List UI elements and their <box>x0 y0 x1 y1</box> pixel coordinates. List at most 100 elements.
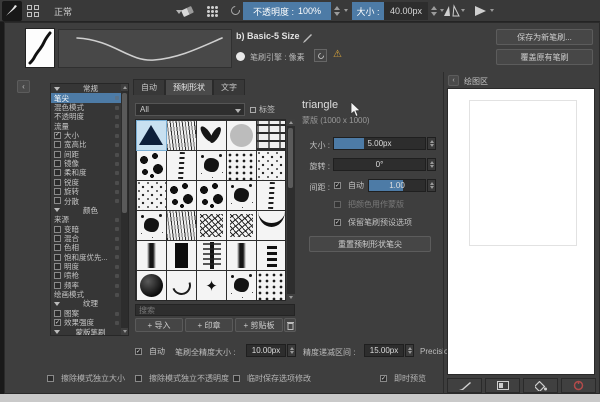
brush-tip-soft-circle[interactable] <box>227 121 256 150</box>
item-checkbox[interactable] <box>54 263 61 270</box>
lock-icon[interactable] <box>115 320 119 325</box>
item-checkbox[interactable] <box>54 244 61 252</box>
brush-tip-speckle[interactable] <box>227 151 256 180</box>
lock-icon[interactable] <box>115 171 119 176</box>
tab-文字[interactable]: 文字 <box>213 79 245 95</box>
lock-icon[interactable] <box>115 96 119 101</box>
lock-icon[interactable] <box>115 274 119 279</box>
lock-icon[interactable] <box>115 124 119 129</box>
tip-size-spinner[interactable] <box>427 137 436 150</box>
scratchpad-brush-button[interactable] <box>447 378 482 393</box>
settings-item-10[interactable]: 锐度 <box>51 178 128 187</box>
settings-item-19[interactable]: 明度 <box>51 262 128 271</box>
tab-自动[interactable]: 自动 <box>133 79 165 95</box>
settings-section-26[interactable]: 蒙版笔刷 <box>51 327 128 335</box>
lock-icon[interactable] <box>115 133 119 138</box>
brush-tip-solid-bar[interactable] <box>167 241 196 270</box>
clipboard-tip-button[interactable]: + 剪贴板 <box>235 318 283 332</box>
precision-auto-checkbox[interactable]: ✓ 自动 <box>135 346 165 357</box>
instant-preview-checkbox[interactable]: ✓ 即时预览 <box>380 373 426 384</box>
lock-icon[interactable] <box>115 311 119 316</box>
item-checkbox[interactable] <box>54 225 61 233</box>
full-size-spinner[interactable] <box>287 344 296 357</box>
brush-tip-drip-streak[interactable] <box>167 151 196 180</box>
lock-icon[interactable] <box>115 199 119 204</box>
settings-item-6[interactable]: 宽高比 <box>51 140 128 149</box>
brush-tip-soft-bar[interactable] <box>137 241 166 270</box>
lock-icon[interactable] <box>115 115 119 120</box>
settings-item-18[interactable]: 饱和度优先... <box>51 252 128 262</box>
brush-tip-block-bar[interactable] <box>227 241 256 270</box>
tab-预制形状[interactable]: 预制形状 <box>165 79 213 95</box>
brush-tip-chalk-texture[interactable] <box>167 121 196 150</box>
brush-tip-light-speckle[interactable] <box>137 181 166 210</box>
lock-icon[interactable] <box>115 143 119 148</box>
item-checkbox[interactable] <box>54 169 61 177</box>
mirror-v-caret-icon[interactable] <box>490 9 494 12</box>
brush-tip-orb[interactable] <box>137 271 166 300</box>
engine-reload-button[interactable] <box>314 49 327 62</box>
brush-tip-swirl[interactable] <box>167 271 196 300</box>
tip-rotation-spinner[interactable] <box>427 158 436 171</box>
item-checkbox[interactable] <box>54 272 61 280</box>
item-checkbox[interactable] <box>54 309 61 317</box>
lock-icon[interactable] <box>115 264 119 269</box>
settings-item-20[interactable]: 喷枪 <box>51 271 128 280</box>
use-color-as-mask-checkbox[interactable]: 把颜色用作蒙版 <box>334 199 404 210</box>
temp-save-checkbox[interactable]: 临时保存选项修改 <box>233 373 311 384</box>
fade-spinner[interactable] <box>405 344 414 357</box>
brush-tip-burst[interactable] <box>197 211 226 240</box>
lock-icon[interactable] <box>115 105 119 110</box>
opacity-field[interactable]: 不透明度 : 100% <box>243 2 331 20</box>
brush-tip-fine-speckle[interactable] <box>257 151 285 180</box>
settings-item-8[interactable]: 镜像 <box>51 159 128 168</box>
settings-item-11[interactable]: 旋转 <box>51 187 128 196</box>
brush-tip-dashes[interactable] <box>257 241 285 270</box>
tip-size-field[interactable]: 5.00px <box>333 137 426 150</box>
lock-icon[interactable] <box>115 292 119 297</box>
rename-pencil-icon[interactable] <box>302 31 314 43</box>
mirror-h-caret-icon[interactable] <box>461 9 465 12</box>
settings-section-23[interactable]: 纹理 <box>51 299 128 308</box>
item-checkbox[interactable] <box>54 234 61 242</box>
item-checkbox[interactable]: ✓ <box>54 131 61 139</box>
full-size-field[interactable]: 10.00px <box>246 344 286 357</box>
size-spinner[interactable] <box>429 2 438 20</box>
stamp-tip-button[interactable]: + 印章 <box>185 318 233 332</box>
scratchpad-collapse-button[interactable]: ‹ <box>448 75 459 86</box>
scroll-up-icon[interactable] <box>287 119 295 126</box>
lock-icon[interactable] <box>115 283 119 288</box>
scrollbar-thumb[interactable] <box>122 93 127 213</box>
item-checkbox[interactable] <box>54 253 61 261</box>
lock-icon[interactable] <box>115 161 119 166</box>
preserve-preset-checkbox[interactable]: ✓ 保留笔刷预设选项 <box>334 217 412 228</box>
brush-tip-ink-blob[interactable] <box>137 211 166 240</box>
item-checkbox[interactable] <box>54 160 61 168</box>
tag-filter-dropdown[interactable]: All <box>135 103 245 116</box>
save-as-new-brush-button[interactable]: 保存为新笔刷... <box>496 29 593 45</box>
item-checkbox[interactable] <box>54 150 61 158</box>
delete-tip-button[interactable] <box>284 318 296 332</box>
lock-icon[interactable] <box>115 218 119 223</box>
item-checkbox[interactable] <box>54 281 61 289</box>
spacing-auto-checkbox[interactable]: ✓ 自动 <box>334 180 364 191</box>
opacity-options-caret-icon[interactable] <box>344 9 348 12</box>
item-checkbox[interactable] <box>54 178 61 186</box>
lock-icon[interactable] <box>115 246 119 251</box>
tip-rotation-field[interactable]: 0° <box>333 158 426 171</box>
mirror-vertical-icon[interactable] <box>472 3 489 19</box>
lock-icon[interactable] <box>115 255 119 260</box>
item-checkbox[interactable] <box>54 197 61 205</box>
brush-tip-spine[interactable] <box>197 241 226 270</box>
reset-predefined-tip-button[interactable]: 重置预制形状笔尖 <box>309 236 431 252</box>
tip-search-input[interactable] <box>135 304 295 316</box>
fade-field[interactable]: 15.00px <box>364 344 404 357</box>
settings-item-7[interactable]: 间距 <box>51 150 128 159</box>
brush-tip-rough-splat[interactable] <box>227 181 256 210</box>
import-tip-button[interactable]: + 导入 <box>135 318 183 332</box>
brush-tip-leaves[interactable] <box>197 121 226 150</box>
settings-item-9[interactable]: 柔和度 <box>51 168 128 177</box>
settings-list-scrollbar[interactable] <box>121 84 128 335</box>
eraser-opacity-checkbox[interactable]: 擦除模式独立不透明度 <box>135 373 229 384</box>
brush-tip-scratch[interactable] <box>227 211 256 240</box>
